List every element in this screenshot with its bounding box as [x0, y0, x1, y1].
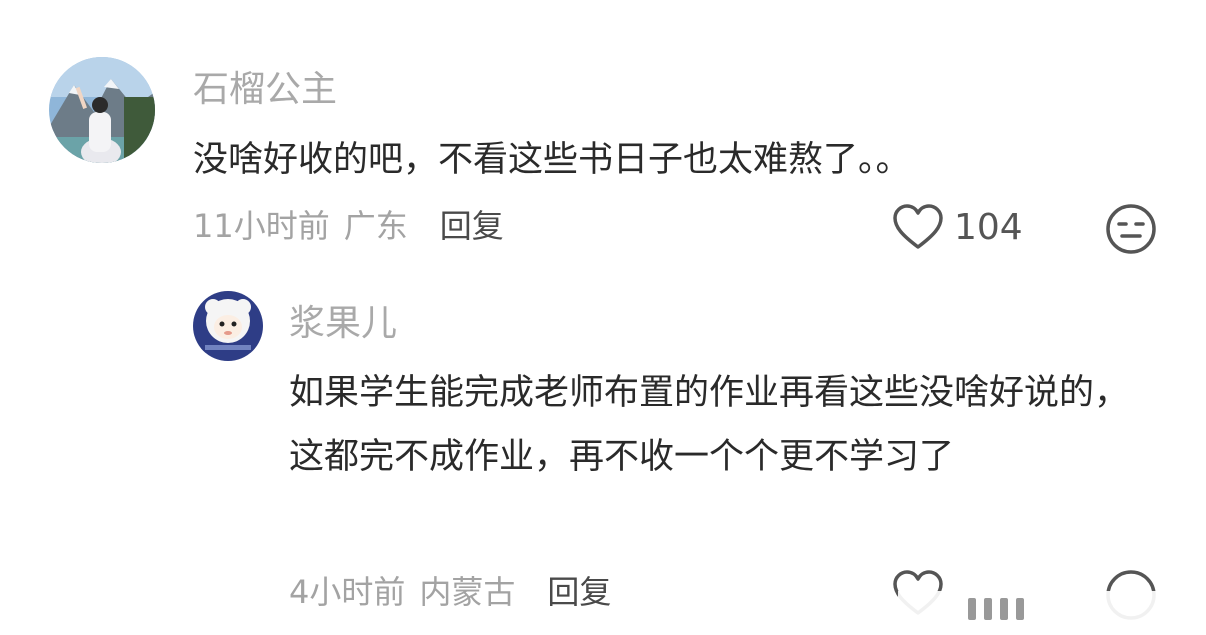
comment-location: 内蒙古	[419, 573, 516, 611]
reply-button[interactable]: 回复	[440, 206, 504, 246]
avatar[interactable]	[49, 57, 155, 163]
avatar[interactable]	[193, 291, 263, 361]
comment-username[interactable]: 浆果儿	[289, 302, 397, 346]
comment-time: 11小时前	[193, 207, 330, 245]
like-button[interactable]: 104	[892, 204, 1023, 250]
like-count: 104	[954, 206, 1023, 248]
watermark-overlay	[898, 591, 1198, 627]
comment-meta: 4小时前 内蒙古 回复	[289, 572, 611, 612]
comment-time: 4小时前	[289, 573, 406, 611]
comment-location: 广东	[343, 207, 408, 245]
neutral-face-icon	[1106, 204, 1156, 254]
comment-text: 没啥好收的吧，不看这些书日子也太难熬了。。	[193, 140, 911, 180]
cartoon-sheep-avatar-image	[193, 291, 263, 361]
heart-icon	[893, 204, 943, 249]
watermark-mark	[1000, 598, 1008, 620]
mountain-photo-avatar-image	[49, 57, 155, 163]
dislike-button[interactable]	[1105, 203, 1157, 259]
comment-text: 如果学生能完成老师布置的作业再看这些没啥好说的，这都完不成作业，再不收一个个更不…	[289, 373, 1130, 477]
comment-meta: 11小时前 广东 回复	[193, 206, 504, 246]
watermark-mark	[968, 598, 976, 620]
watermark-mark	[984, 598, 992, 620]
reply-button[interactable]: 回复	[547, 572, 611, 612]
watermark-mark	[1016, 598, 1024, 620]
comment-username[interactable]: 石榴公主	[193, 68, 337, 112]
